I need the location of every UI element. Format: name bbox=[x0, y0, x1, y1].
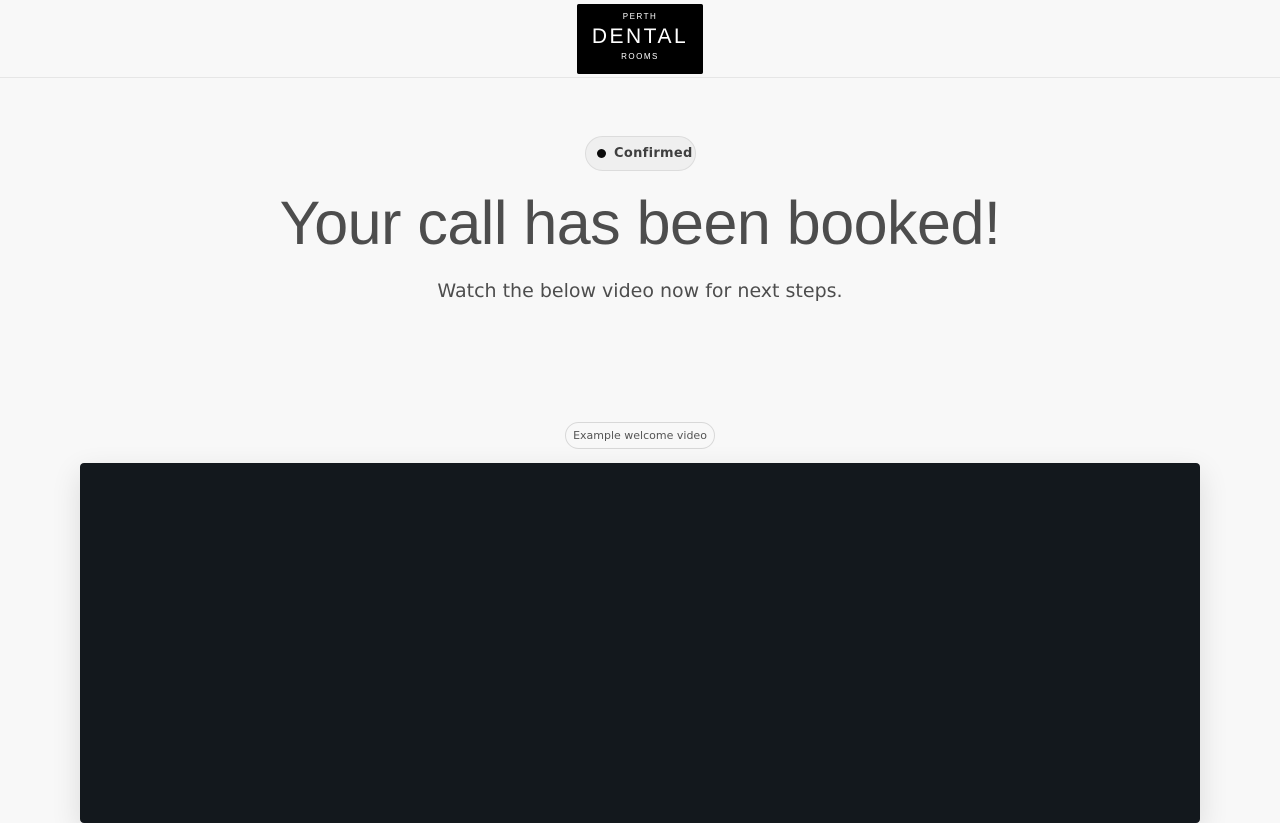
brand-logo[interactable]: PERTH DENTAL ROOMS bbox=[577, 4, 703, 74]
status-badge: Confirmed bbox=[585, 136, 696, 171]
logo-bottom-text: ROOMS bbox=[621, 52, 659, 61]
page-subtitle: Watch the below video now for next steps… bbox=[437, 280, 843, 302]
status-dot-icon bbox=[597, 149, 606, 158]
site-header: PERTH DENTAL ROOMS bbox=[0, 0, 1280, 78]
page-title: Your call has been booked! bbox=[279, 189, 1001, 257]
video-tag: Example welcome video bbox=[565, 422, 715, 449]
logo-main-text: DENTAL bbox=[591, 25, 689, 48]
status-badge-label: Confirmed bbox=[614, 146, 693, 161]
video-player[interactable] bbox=[80, 463, 1200, 823]
logo-top-text: PERTH bbox=[622, 12, 658, 21]
